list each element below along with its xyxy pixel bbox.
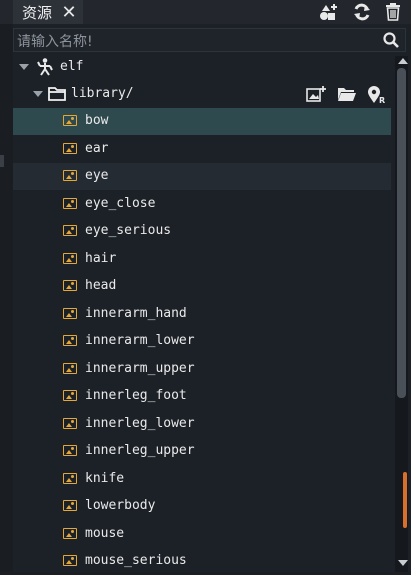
list-item-label: knife [85,470,125,486]
scrollbar-thumb[interactable] [397,68,406,398]
list-item-label: lowerbody [85,498,156,513]
list-item[interactable]: innerarm_lower [13,328,391,355]
image-asset-icon [63,252,77,264]
edge-marker [0,155,4,167]
list-item-label: innerarm_hand [85,305,187,321]
search-icon[interactable] [382,31,400,49]
image-asset-icon [63,500,77,511]
list-item[interactable]: innerleg_lower [13,411,391,438]
tree-folder-label: library/ [71,86,134,101]
list-item-label: innerleg_foot [85,388,187,403]
image-asset-icon [63,307,77,319]
left-edge-strip [0,0,13,572]
list-item[interactable]: head [13,273,391,300]
image-asset-icon [63,225,77,236]
image-asset-icon [63,362,77,374]
tab-label: 资源 [22,3,53,22]
list-item[interactable]: innerleg_upper [13,438,391,465]
list-item[interactable]: innerleg_foot [13,383,391,410]
list-item-label: innerarm_lower [85,333,195,348]
image-asset-icon [63,555,77,566]
locate-resource-icon[interactable]: R [366,85,388,108]
list-item[interactable]: mouse_serious [13,548,391,575]
person-icon [37,58,53,80]
list-item-label: mouse_serious [85,553,187,568]
image-asset-icon [63,527,77,539]
list-item-label: hair [85,250,117,266]
image-asset-icon [63,390,77,401]
scroll-position-marker [403,472,407,528]
image-asset-icon [63,472,77,484]
search-input[interactable]: 请输入名称! [13,28,406,52]
import-image-icon[interactable] [306,86,326,107]
list-item-label: ear [85,140,109,156]
list-item-label: innerleg_lower [85,415,195,431]
list-item[interactable]: eye_serious [13,218,391,245]
list-item[interactable]: innerarm_upper [13,356,391,383]
list-item[interactable]: mouse [13,521,391,548]
image-asset-icon [63,417,77,429]
close-icon[interactable]: ✕ [60,0,78,24]
list-item-label: eye_close [85,195,156,211]
list-item[interactable]: eye_close [13,191,391,218]
image-asset-icon [63,197,77,209]
scroll-up-arrow-icon[interactable] [398,58,408,64]
tab-resources[interactable]: 资源 ✕ [13,0,83,24]
image-asset-icon [63,142,77,154]
image-asset-icon [63,170,77,181]
list-item-label: eye [85,168,109,183]
tree-folder-row[interactable]: library/ R [13,81,391,108]
list-item[interactable]: bow [13,108,391,135]
image-asset-icon [63,335,77,346]
image-asset-icon [63,280,77,291]
refresh-icon[interactable] [351,0,373,24]
list-item-label: innerleg_upper [85,443,195,458]
scroll-down-arrow-icon[interactable] [398,560,408,566]
search-placeholder: 请输入名称! [17,34,93,50]
folder-icon [48,86,67,106]
list-item-label: head [85,278,117,293]
open-folder-icon[interactable] [337,86,357,106]
tree-root-row[interactable]: elf [13,54,391,81]
tab-bar: 资源 ✕ [0,0,411,24]
tree-root-label: elf [60,59,84,74]
locate-badge: R [379,96,385,104]
list-item[interactable]: knife [13,466,391,493]
list-item[interactable]: lowerbody [13,493,391,520]
image-asset-icon [63,115,77,126]
list-item-label: innerarm_upper [85,360,195,376]
list-item-label: mouse [85,525,125,541]
list-item-label: eye_serious [85,223,172,238]
list-item[interactable]: ear [13,136,391,163]
expand-caret-icon[interactable] [33,91,43,97]
list-item[interactable]: eye [13,163,391,190]
list-item-label: bow [85,113,109,128]
trash-icon[interactable] [382,0,404,24]
add-asset-icon[interactable] [318,0,340,24]
image-asset-icon [63,445,77,456]
list-item[interactable]: innerarm_hand [13,301,391,328]
expand-caret-icon[interactable] [19,64,29,70]
list-item[interactable]: hair [13,246,391,273]
